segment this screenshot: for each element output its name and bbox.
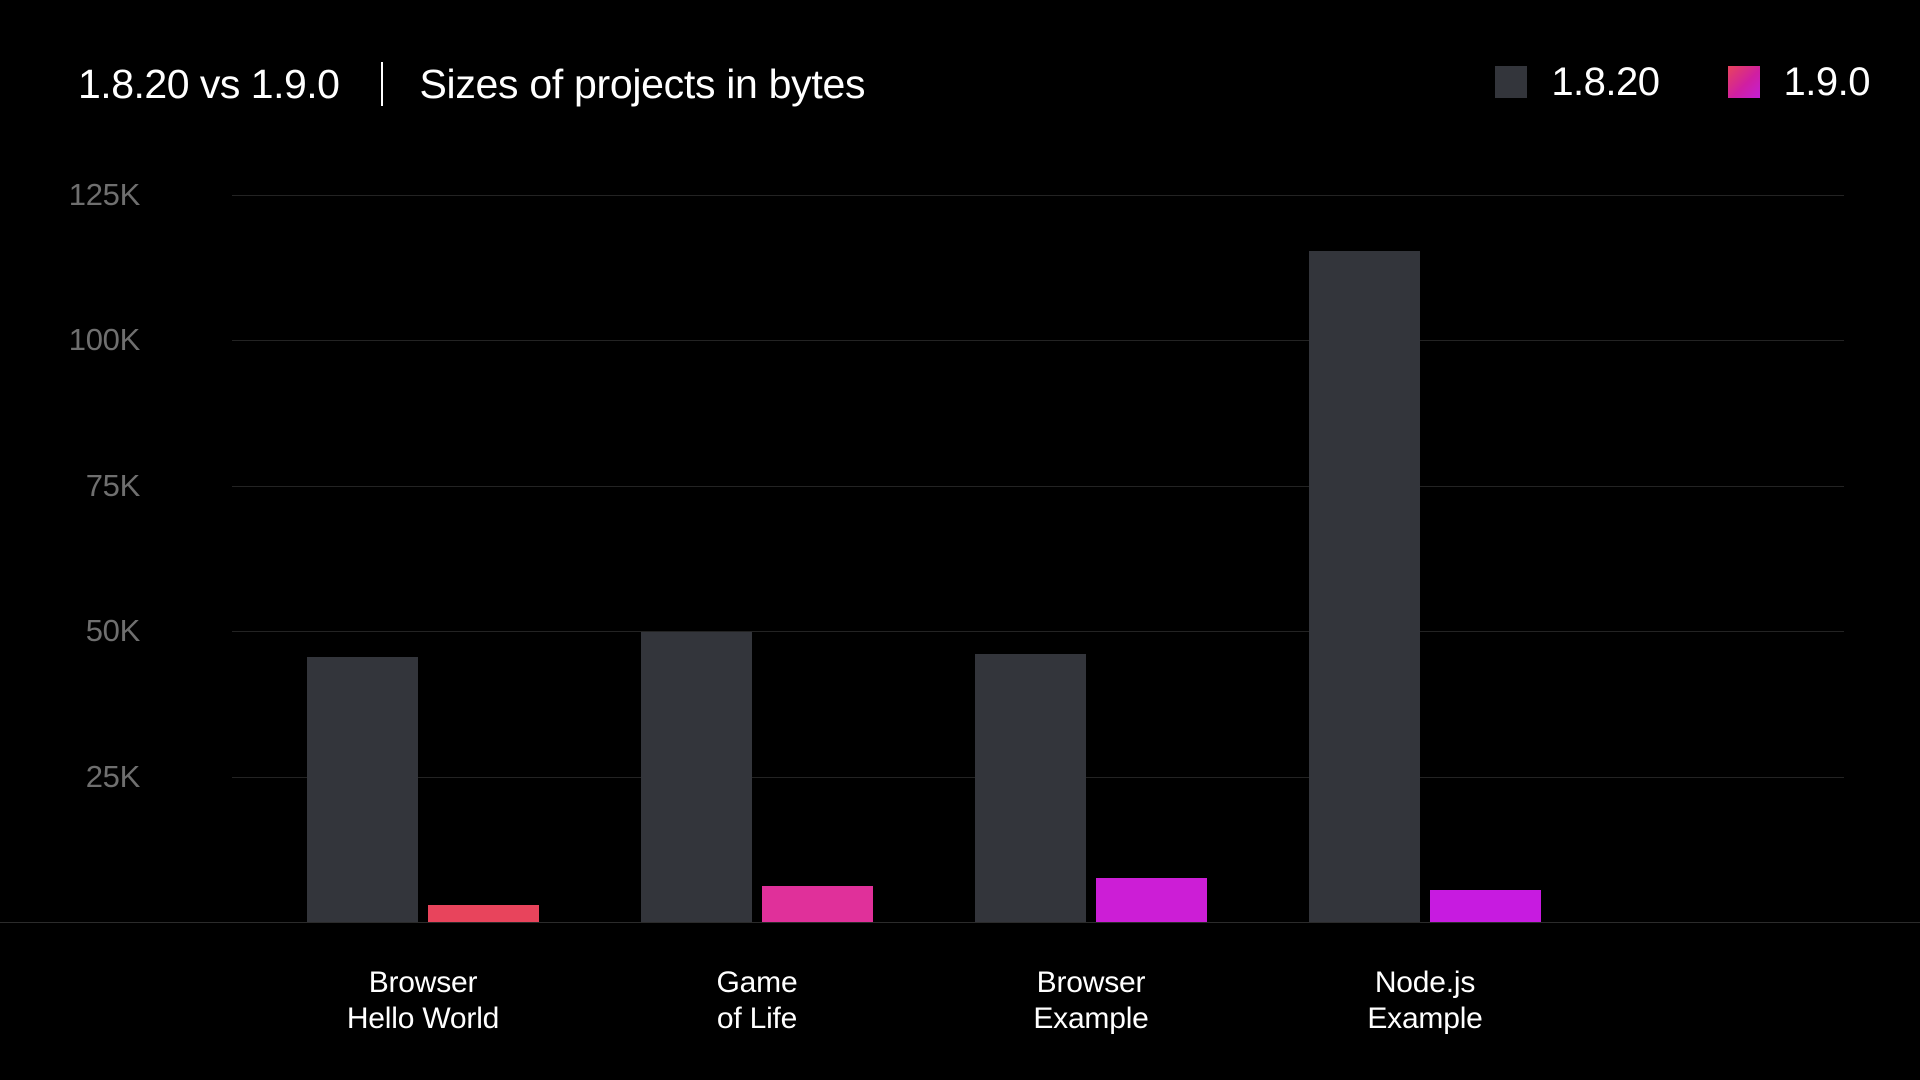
x-axis-group-label-line: Browser xyxy=(1036,966,1146,999)
x-axis-group-label-line: Node.js xyxy=(1374,966,1476,999)
x-axis-group-label-line: Example xyxy=(1367,1002,1483,1035)
bar-1-8-20[interactable] xyxy=(307,657,418,922)
bar-1-9-0[interactable] xyxy=(1096,877,1207,922)
bar-1-9-0[interactable] xyxy=(762,885,873,922)
bar-1-8-20[interactable] xyxy=(975,654,1086,922)
bar-1-8-20[interactable] xyxy=(641,632,752,922)
x-axis-group-label-line: of Life xyxy=(716,1002,798,1035)
bar-1-8-20[interactable] xyxy=(1309,250,1420,922)
x-axis-group-label: Node.js Example xyxy=(1367,965,1483,1037)
x-axis-group-label-line: Game xyxy=(716,966,798,999)
x-axis-group-label-line: Example xyxy=(1033,1002,1149,1035)
plot-area: 25K 50K 75K 100K 125K Browser Hello World Game… xyxy=(0,0,1920,1080)
bar-series-layer xyxy=(0,0,1920,1080)
x-axis-group-label: Browser Hello World xyxy=(346,965,500,1037)
x-axis-group-label-line: Browser xyxy=(368,966,478,999)
x-axis-group-label-line: Hello World xyxy=(346,1002,500,1035)
bar-1-9-0[interactable] xyxy=(428,905,539,922)
bar-1-9-0[interactable] xyxy=(1430,890,1541,922)
x-axis-group-label: Game of Life xyxy=(717,965,798,1037)
x-axis-group-label: Browser Example xyxy=(1033,965,1149,1037)
chart-slide: 1.8.20 vs 1.9.0 Sizes of projects in byt… xyxy=(0,0,1920,1080)
